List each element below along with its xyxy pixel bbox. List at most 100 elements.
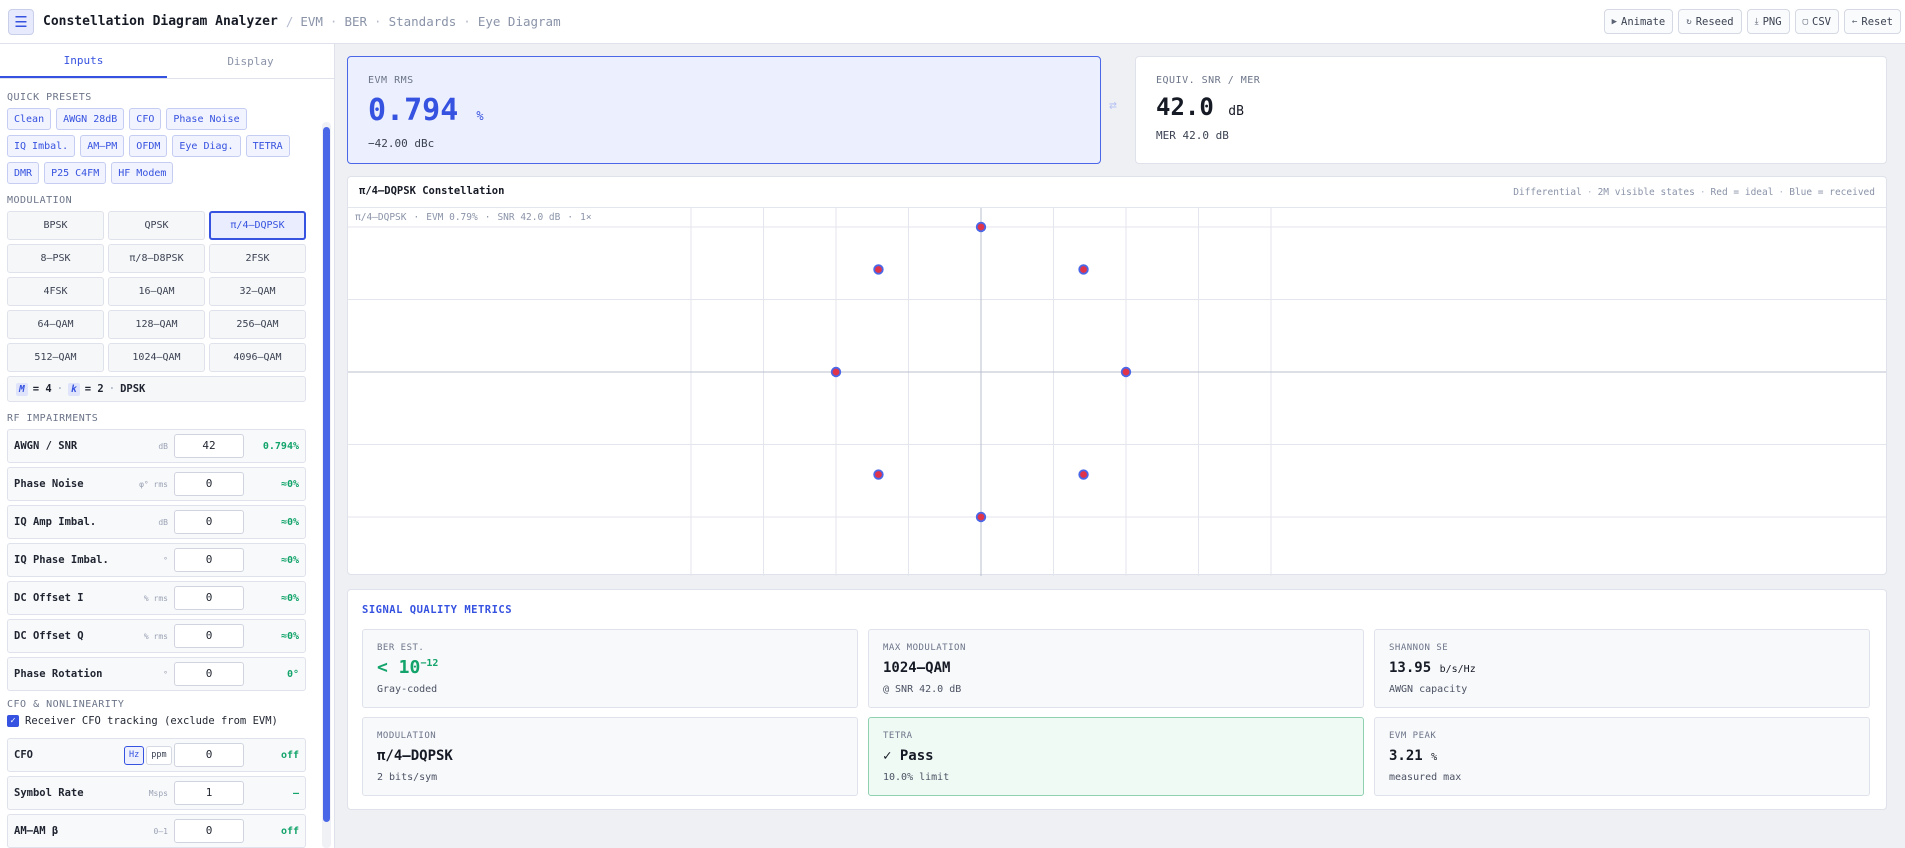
snr-label: EQUIV. SNR / MER <box>1156 75 1261 86</box>
preset-button[interactable]: DMR <box>7 162 40 184</box>
modulation-button[interactable]: 1024–QAM <box>108 343 205 372</box>
ideal-point <box>832 368 840 376</box>
evm-peak-box: EVM PEAK 3.21 % measured max <box>1374 717 1870 796</box>
preset-button[interactable]: Clean <box>7 108 52 130</box>
impairment-input[interactable]: 42 <box>174 434 244 458</box>
modulation-button[interactable]: 2FSK <box>209 244 306 273</box>
constellation-plot[interactable]: π/4–DQPSK · EVM 0.79% · SNR 42.0 dB · 1× <box>348 207 1886 576</box>
preset-button[interactable]: Eye Diag. <box>172 135 241 157</box>
impairment-input[interactable]: 0 <box>174 662 244 686</box>
png-button[interactable]: ⤓ PNG <box>1746 9 1790 34</box>
preset-button[interactable]: HF Modem <box>111 162 174 184</box>
m-value: = 4 <box>32 383 52 395</box>
preset-button[interactable]: CFO <box>129 108 162 130</box>
crumb-standards[interactable]: Standards <box>389 14 457 29</box>
ideal-point <box>875 266 882 273</box>
cfo-unit-toggle: Hz ppm <box>124 745 172 765</box>
modulation-button[interactable]: 16–QAM <box>108 277 205 306</box>
mk-summary: M = 4 · k = 2 · DPSK <box>7 376 306 402</box>
modulation-title: MODULATION <box>7 195 73 206</box>
impairment-row: Phase Noise φ° rms 0 ≈0% <box>7 467 306 501</box>
arrow-left-icon: ← <box>1851 16 1858 27</box>
modulation-button[interactable]: BPSK <box>7 211 104 240</box>
reset-button[interactable]: ← Reset <box>1843 9 1901 34</box>
modulation-box: MODULATION π/4–DQPSK 2 bits/sym <box>362 717 858 796</box>
modulation-button[interactable]: 512–QAM <box>7 343 104 372</box>
modulation-button[interactable]: 8–PSK <box>7 244 104 273</box>
impairment-unit: % rms <box>143 631 168 641</box>
symbol-rate-result: — <box>292 787 299 799</box>
modulation-button[interactable]: 4096–QAM <box>209 343 306 372</box>
modulation-button[interactable]: 32–QAM <box>209 277 306 306</box>
evm-label: EVM RMS <box>368 75 414 86</box>
impairment-label: DC Offset I <box>14 592 84 604</box>
menu-icon[interactable]: ☰ <box>8 8 34 35</box>
impairment-input[interactable]: 0 <box>174 624 244 648</box>
impairment-label: DC Offset Q <box>14 630 84 642</box>
am-am-input[interactable]: 0 <box>174 819 244 843</box>
inputs-panel: QUICK PRESETS Clean AWGN 28dB CFO Phase Noi… <box>0 80 320 848</box>
constellation-card: π/4–DQPSK Constellation Differential · 2M… <box>347 176 1887 576</box>
modulation-button[interactable]: π/4–DQPSK <box>209 211 306 240</box>
swap-icon: ⇄ <box>1109 98 1117 113</box>
presets-title: QUICK PRESETS <box>7 92 92 103</box>
play-icon: ▶ <box>1611 16 1617 27</box>
main-panel: EVM RMS 0.794 % −42.00 dBc ⇄ EQUIV. SNR … <box>336 44 1905 848</box>
scrollbar-thumb[interactable] <box>323 127 330 822</box>
modulation-button[interactable]: QPSK <box>108 211 205 240</box>
preset-button[interactable]: AWGN 28dB <box>56 108 125 130</box>
crumb-eye-diagram[interactable]: Eye Diagram <box>478 14 561 29</box>
k-value: = 2 <box>84 383 104 395</box>
impairment-row: IQ Amp Imbal. dB 0 ≈0% <box>7 505 306 539</box>
rf-title: RF IMPAIRMENTS <box>7 413 99 424</box>
preset-button[interactable]: IQ Imbal. <box>7 135 76 157</box>
cfo-input[interactable]: 0 <box>174 743 244 767</box>
animate-button[interactable]: ▶ Animate <box>1603 9 1674 34</box>
preset-button[interactable]: OFDM <box>129 135 168 157</box>
preset-button[interactable]: P25 C4FM <box>44 162 107 184</box>
impairment-unit: φ° rms <box>139 479 168 489</box>
am-am-row: AM–AM β 0–1 0 off <box>7 814 306 848</box>
tetra-value: ✓ Pass <box>883 748 934 764</box>
tab-display[interactable]: Display <box>167 44 334 78</box>
impairment-row: AWGN / SNR dB 42 0.794% <box>7 429 306 463</box>
cfo-tracking-checkbox[interactable]: ✓ Receiver CFO tracking (exclude from EV… <box>7 715 320 727</box>
unit-hz-button[interactable]: Hz <box>124 745 145 765</box>
modulation-button[interactable]: 64–QAM <box>7 310 104 339</box>
constellation-svg <box>348 208 1886 576</box>
impairment-input[interactable]: 0 <box>174 586 244 610</box>
app-title: Constellation Diagram Analyzer <box>43 14 278 29</box>
preset-button[interactable]: Phase Noise <box>166 108 247 130</box>
cfo-row: CFO Hz ppm 0 off <box>7 738 306 772</box>
impairment-unit: % rms <box>143 593 168 603</box>
impairment-input[interactable]: 0 <box>174 472 244 496</box>
am-am-result: off <box>280 825 299 837</box>
modulation-button[interactable]: π/8–D8PSK <box>108 244 205 273</box>
sidebar-tabs: Inputs Display <box>0 44 334 79</box>
metrics-card: SIGNAL QUALITY METRICS BER EST. < 10−12 … <box>347 589 1887 810</box>
impairment-unit: ° <box>163 555 168 565</box>
modulation-button[interactable]: 128–QAM <box>108 310 205 339</box>
preset-button[interactable]: AM–PM <box>80 135 125 157</box>
cfo-result: off <box>280 749 299 761</box>
reseed-button[interactable]: ↻ Reseed <box>1678 9 1742 34</box>
shannon-box: SHANNON SE 13.95 b/s/Hz AWGN capacity <box>1374 629 1870 708</box>
impairment-input[interactable]: 0 <box>174 510 244 534</box>
snr-card: EQUIV. SNR / MER 42.0 dB MER 42.0 dB <box>1135 56 1887 164</box>
check-icon[interactable]: ✓ <box>7 715 19 727</box>
impairment-row: IQ Phase Imbal. ° 0 ≈0% <box>7 543 306 577</box>
tab-inputs[interactable]: Inputs <box>0 44 167 78</box>
unit-ppm-button[interactable]: ppm <box>146 745 172 765</box>
impairment-input[interactable]: 0 <box>174 548 244 572</box>
crumb-evm[interactable]: EVM <box>300 14 323 29</box>
symbol-rate-input[interactable]: 1 <box>174 781 244 805</box>
crumb-ber[interactable]: BER <box>344 14 367 29</box>
modulation-button[interactable]: 4FSK <box>7 277 104 306</box>
impairment-label: AWGN / SNR <box>14 440 78 452</box>
impairment-unit: ° <box>163 669 168 679</box>
preset-button[interactable]: TETRA <box>245 135 290 157</box>
modulation-button[interactable]: 256–QAM <box>209 310 306 339</box>
impairment-label: IQ Phase Imbal. <box>14 554 109 566</box>
csv-button[interactable]: ▢ CSV <box>1794 9 1839 34</box>
snr-value: 42.0 dB <box>1156 93 1244 121</box>
